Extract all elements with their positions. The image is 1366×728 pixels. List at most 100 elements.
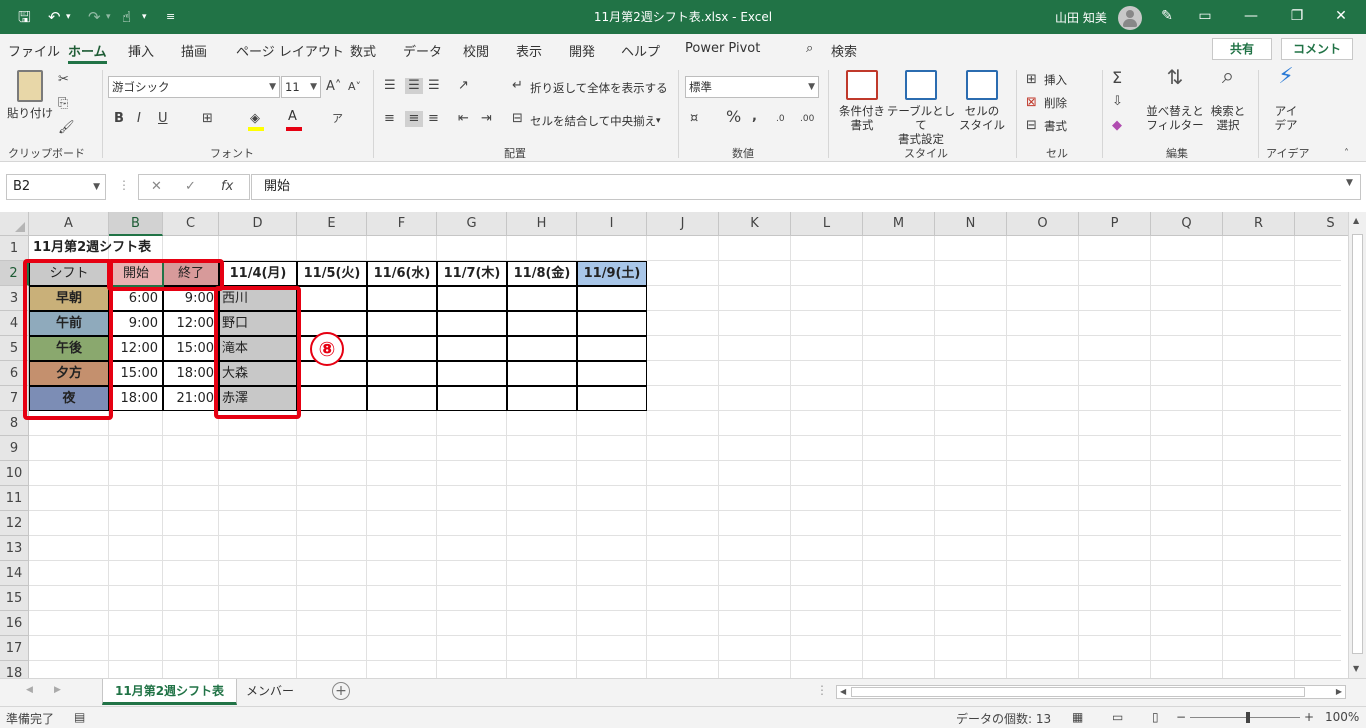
- underline-icon[interactable]: U: [158, 111, 168, 127]
- spreadsheet-grid[interactable]: ABCDEFGHIJKLMNOPQRS 1 2 3 4 5 6 7 8 9 10 11 12 13 14 1…: [0, 212, 1366, 678]
- tab-developer[interactable]: 開発: [569, 41, 595, 60]
- save-icon[interactable]: 🖫: [18, 7, 31, 27]
- phonetic-icon[interactable]: ア: [332, 111, 343, 127]
- number-format-select[interactable]: 標準 ▼: [685, 76, 819, 98]
- format-painter-icon[interactable]: 🖌: [58, 120, 75, 136]
- touch-mode-icon[interactable]: ☝: [122, 7, 131, 27]
- assigned-person[interactable]: 大森: [219, 361, 297, 386]
- row-header-4[interactable]: 4: [0, 311, 29, 336]
- zoom-thumb[interactable]: [1246, 712, 1250, 723]
- tab-page-layout[interactable]: ページ レイアウト: [236, 41, 344, 60]
- zoom-in-icon[interactable]: +: [1304, 710, 1314, 724]
- share-button[interactable]: 共有: [1212, 38, 1272, 60]
- pen-icon[interactable]: ✎: [1152, 5, 1182, 27]
- user-name[interactable]: 山田 知美: [1055, 9, 1107, 26]
- row-header-10[interactable]: 10: [0, 461, 29, 486]
- start-time[interactable]: 6:00: [109, 286, 163, 311]
- column-header-l[interactable]: L: [791, 212, 863, 236]
- minimize-icon[interactable]: —: [1236, 5, 1266, 27]
- close-icon[interactable]: ✕: [1326, 5, 1356, 27]
- cut-icon[interactable]: ✂: [58, 72, 69, 88]
- align-right-icon[interactable]: ≡: [428, 111, 439, 127]
- increase-indent-icon[interactable]: ⇥: [481, 111, 492, 127]
- row-header-3[interactable]: 3: [0, 286, 29, 311]
- tab-view[interactable]: 表示: [516, 41, 542, 60]
- format-as-table-button[interactable]: テーブルとして 書式設定: [884, 70, 958, 146]
- schedule-cell[interactable]: [507, 311, 577, 336]
- header-end[interactable]: 終了: [163, 261, 219, 286]
- tab-review[interactable]: 校閲: [463, 41, 489, 60]
- align-left-icon[interactable]: ≡: [384, 111, 395, 127]
- zoom-out-icon[interactable]: −: [1176, 710, 1186, 724]
- start-time[interactable]: 12:00: [109, 336, 163, 361]
- restore-icon[interactable]: ❐: [1282, 5, 1312, 27]
- undo-dropdown-icon[interactable]: ▾: [66, 7, 71, 27]
- schedule-cell[interactable]: [507, 286, 577, 311]
- column-header-q[interactable]: Q: [1151, 212, 1223, 236]
- collapse-ribbon-icon[interactable]: ˄: [1344, 146, 1349, 162]
- insert-cells-icon[interactable]: ⊞: [1026, 72, 1037, 88]
- column-header-n[interactable]: N: [935, 212, 1007, 236]
- row-header-8[interactable]: 8: [0, 411, 29, 436]
- column-header-r[interactable]: R: [1223, 212, 1295, 236]
- schedule-cell[interactable]: [437, 361, 507, 386]
- name-box[interactable]: B2 ▼: [6, 174, 106, 200]
- vertical-scrollbar[interactable]: ▲ ▼: [1348, 212, 1366, 678]
- assigned-person[interactable]: 西川: [219, 286, 297, 311]
- tab-power-pivot[interactable]: Power Pivot: [685, 41, 760, 56]
- font-size-select[interactable]: 11 ▼: [281, 76, 321, 98]
- column-header-j[interactable]: J: [647, 212, 719, 236]
- italic-icon[interactable]: I: [137, 111, 141, 127]
- zoom-level[interactable]: 100%: [1325, 710, 1359, 724]
- formula-input[interactable]: 開始: [251, 174, 1361, 200]
- column-header-o[interactable]: O: [1007, 212, 1079, 236]
- schedule-cell[interactable]: [297, 286, 367, 311]
- column-header-p[interactable]: P: [1079, 212, 1151, 236]
- schedule-cell[interactable]: [367, 361, 437, 386]
- header-shift[interactable]: シフト: [29, 261, 109, 286]
- end-time[interactable]: 15:00: [163, 336, 219, 361]
- delete-button[interactable]: 削除: [1044, 96, 1067, 110]
- cell-styles-button[interactable]: セルの スタイル: [954, 70, 1010, 132]
- avatar[interactable]: [1118, 6, 1142, 30]
- row-header-11[interactable]: 11: [0, 486, 29, 511]
- schedule-cell[interactable]: [577, 361, 647, 386]
- copy-icon[interactable]: ⎘: [58, 96, 68, 112]
- merge-center-button[interactable]: セルを結合して中央揃え: [530, 114, 656, 128]
- row-header-17[interactable]: 17: [0, 636, 29, 661]
- column-header-d[interactable]: D: [219, 212, 297, 236]
- hscroll-thumb[interactable]: [851, 687, 1305, 697]
- schedule-cell[interactable]: [577, 311, 647, 336]
- tab-help[interactable]: ヘルプ: [621, 41, 660, 60]
- start-time[interactable]: 9:00: [109, 311, 163, 336]
- end-time[interactable]: 21:00: [163, 386, 219, 411]
- ribbon-display-icon[interactable]: ▭: [1190, 5, 1220, 27]
- tab-insert[interactable]: 挿入: [128, 41, 154, 60]
- comma-icon[interactable]: ,: [752, 109, 757, 125]
- grow-font-icon[interactable]: A˄: [326, 79, 341, 95]
- tab-search[interactable]: 検索: [831, 41, 857, 60]
- zoom-slider[interactable]: [1190, 717, 1300, 718]
- column-header-m[interactable]: M: [863, 212, 935, 236]
- row-header-14[interactable]: 14: [0, 561, 29, 586]
- schedule-cell[interactable]: [367, 386, 437, 411]
- comment-button[interactable]: コメント: [1281, 38, 1353, 60]
- wrap-text-icon[interactable]: ↵: [512, 78, 523, 94]
- scroll-down-icon[interactable]: ▼: [1353, 664, 1359, 673]
- scroll-left-icon[interactable]: ◀: [840, 686, 846, 698]
- next-sheet-icon[interactable]: ▶: [54, 685, 61, 695]
- ideas-button[interactable]: ⚡ アイ デア: [1266, 66, 1306, 133]
- search-icon[interactable]: ⌕: [806, 41, 813, 56]
- assigned-person[interactable]: 滝本: [219, 336, 297, 361]
- align-top-icon[interactable]: ☰: [384, 78, 396, 94]
- column-header-b[interactable]: B: [109, 212, 163, 236]
- wrap-text-button[interactable]: 折り返して全体を表示する: [530, 81, 668, 95]
- conditional-format-button[interactable]: 条件付き 書式: [834, 70, 890, 132]
- align-center-icon[interactable]: ≡: [405, 111, 423, 127]
- schedule-cell[interactable]: [297, 386, 367, 411]
- delete-cells-icon[interactable]: ⊠: [1026, 95, 1037, 111]
- normal-view-icon[interactable]: ▦: [1072, 710, 1083, 724]
- scroll-right-icon[interactable]: ▶: [1336, 686, 1342, 698]
- column-header-a[interactable]: A: [29, 212, 109, 236]
- start-time[interactable]: 18:00: [109, 386, 163, 411]
